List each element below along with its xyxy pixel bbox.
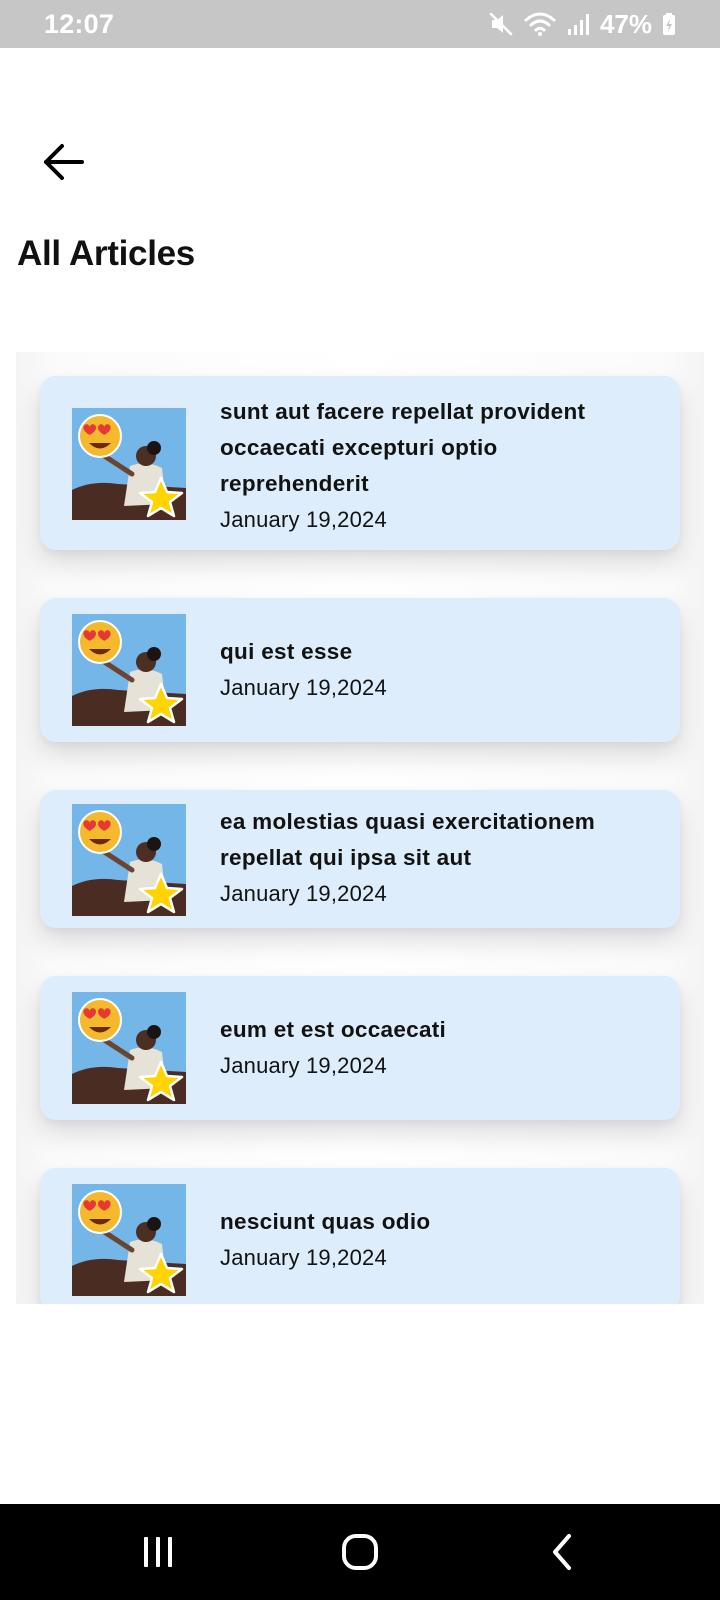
emoji-star-person-image xyxy=(72,804,186,916)
battery-icon xyxy=(662,12,676,36)
article-date: January 19,2024 xyxy=(220,675,387,700)
navigation-bar xyxy=(0,1504,720,1600)
page-title: All Articles xyxy=(17,234,195,273)
article-thumbnail xyxy=(72,614,186,726)
battery-percent: 47% xyxy=(599,8,652,39)
article-text: qui est esse January 19,2024 xyxy=(220,634,640,706)
back-icon xyxy=(547,1532,577,1577)
article-card[interactable]: sunt aut facere repellat provident occae… xyxy=(40,376,680,550)
screen: 12:07 47% All Articles sunt aut facere r… xyxy=(0,0,720,1600)
arrow-left-icon xyxy=(42,142,86,187)
article-text: eum et est occaecati January 19,2024 xyxy=(220,1012,640,1084)
system-back-button[interactable] xyxy=(532,1530,592,1578)
emoji-star-person-image xyxy=(72,992,186,1104)
article-card[interactable]: qui est esse January 19,2024 xyxy=(40,598,680,742)
article-title: qui est esse xyxy=(220,639,353,664)
article-date: January 19,2024 xyxy=(220,1053,387,1078)
article-thumbnail xyxy=(72,804,186,916)
status-icons: 47% xyxy=(488,9,676,40)
home-icon xyxy=(340,1532,380,1577)
article-title: eum et est occaecati xyxy=(220,1017,447,1042)
article-thumbnail xyxy=(72,992,186,1104)
article-title: sunt aut facere repellat provident occae… xyxy=(220,399,586,496)
recent-apps-button[interactable] xyxy=(128,1530,188,1578)
article-list[interactable]: sunt aut facere repellat provident occae… xyxy=(16,352,704,1304)
article-thumbnail xyxy=(72,1184,186,1296)
home-button[interactable] xyxy=(330,1530,390,1578)
article-text: nesciunt quas odio January 19,2024 xyxy=(220,1204,640,1276)
signal-icon xyxy=(566,12,590,36)
back-button[interactable] xyxy=(36,140,92,188)
emoji-star-person-image xyxy=(72,408,186,520)
article-text: ea molestias quasi exercitationem repell… xyxy=(220,804,640,912)
status-time: 12:07 xyxy=(44,8,115,39)
article-card[interactable]: ea molestias quasi exercitationem repell… xyxy=(40,790,680,928)
recent-apps-icon xyxy=(140,1534,176,1575)
article-card[interactable]: nesciunt quas odio January 19,2024 xyxy=(40,1168,680,1304)
article-thumbnail xyxy=(72,408,186,520)
article-title: nesciunt quas odio xyxy=(220,1209,431,1234)
article-date: January 19,2024 xyxy=(220,1245,387,1270)
mute-icon xyxy=(488,11,514,37)
article-text: sunt aut facere repellat provident occae… xyxy=(220,394,640,538)
article-date: January 19,2024 xyxy=(220,507,387,532)
article-date: January 19,2024 xyxy=(220,881,387,906)
wifi-icon xyxy=(524,11,556,37)
emoji-star-person-image xyxy=(72,614,186,726)
status-bar: 12:07 47% xyxy=(0,0,720,48)
emoji-star-person-image xyxy=(72,1184,186,1296)
article-card[interactable]: eum et est occaecati January 19,2024 xyxy=(40,976,680,1120)
article-title: ea molestias quasi exercitationem repell… xyxy=(220,809,596,870)
